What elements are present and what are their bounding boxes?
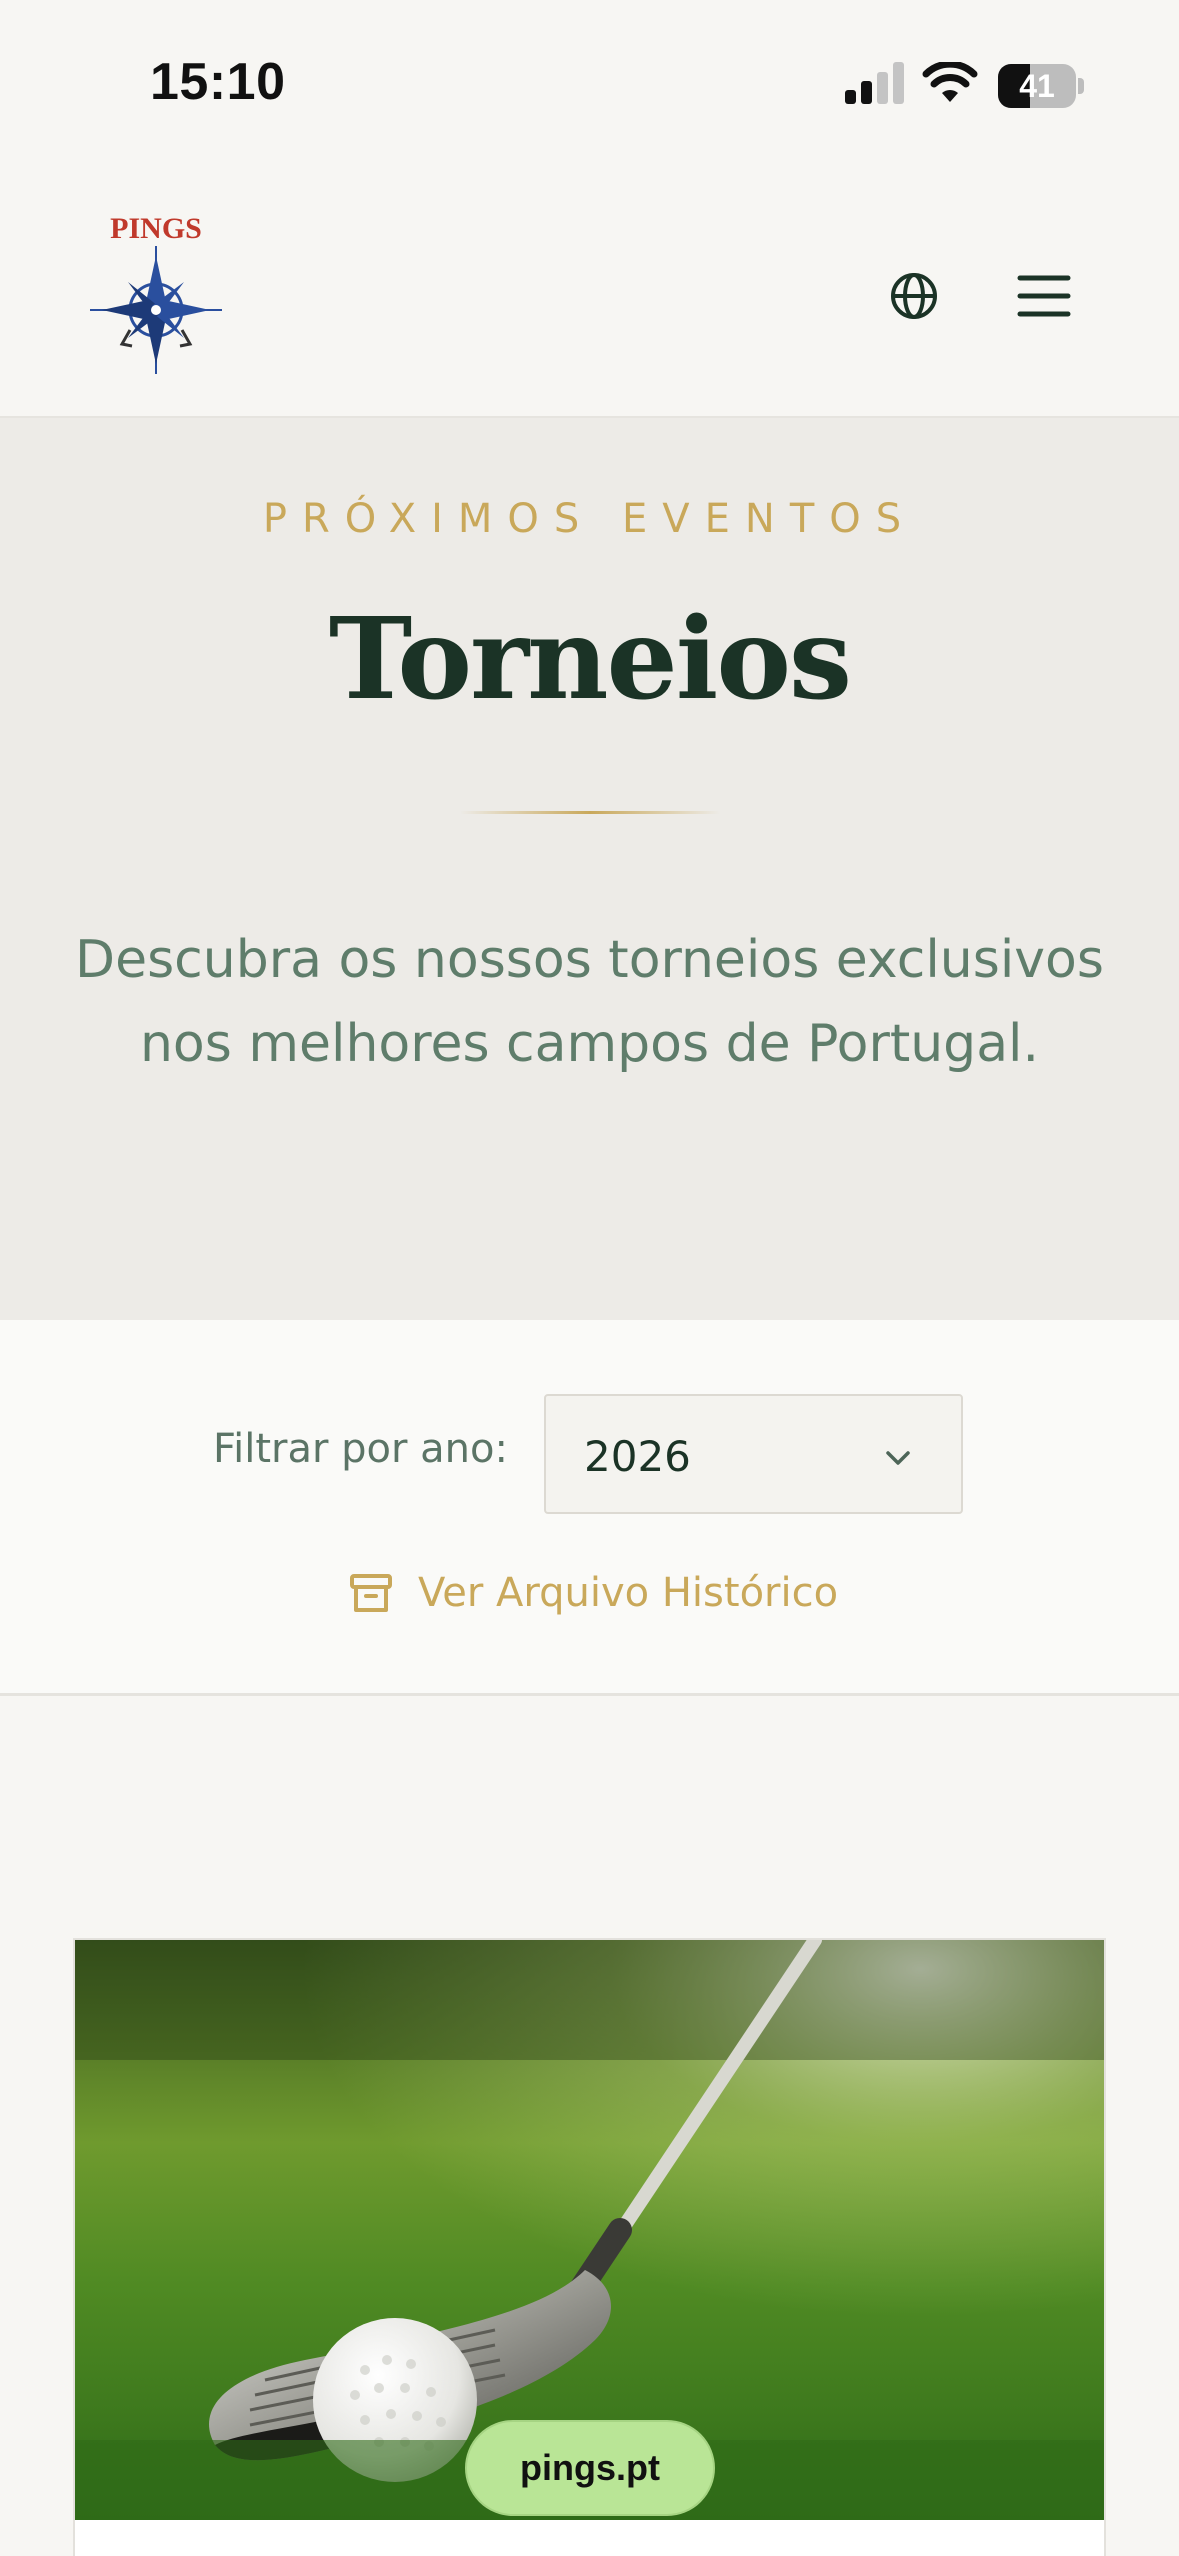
globe-icon[interactable]	[884, 266, 944, 326]
hero-section: PRÓXIMOS EVENTOS Torneios Descubra os no…	[0, 418, 1179, 1320]
chevron-down-icon	[886, 1451, 910, 1465]
hero-eyebrow: PRÓXIMOS EVENTOS	[262, 496, 917, 542]
hero-subtitle: Descubra os nossos torneios exclusivos n…	[60, 918, 1119, 1086]
hero-subtitle-line-1: Descubra os nossos torneios exclusivos	[75, 930, 1104, 990]
year-select[interactable]: 2026	[544, 1394, 963, 1514]
archive-link[interactable]: Ver Arquivo Histórico	[348, 1565, 838, 1621]
title-divider	[460, 811, 720, 814]
hero-subtitle-line-2: nos melhores campos de Portugal.	[139, 1014, 1040, 1074]
battery-icon: 41	[998, 64, 1084, 108]
year-select-value: 2026	[584, 1432, 691, 1481]
battery-level: 41	[1019, 68, 1055, 104]
status-bar: 15:10 41	[0, 0, 1179, 150]
status-time: 15:10	[150, 53, 286, 111]
wifi-icon	[922, 62, 978, 102]
pings-logo[interactable]: PINGS	[86, 210, 226, 380]
url-pill[interactable]: pings.pt	[465, 2420, 715, 2516]
archive-icon	[350, 1574, 392, 1612]
menu-icon[interactable]	[1014, 266, 1074, 326]
archive-link-label: Ver Arquivo Histórico	[418, 1570, 839, 1616]
page-title: Torneios	[328, 594, 852, 725]
filter-section: Filtrar por ano: 2026 Ver Arquivo Histór…	[0, 1320, 1179, 1696]
logo-text: PINGS	[110, 212, 202, 245]
signal-icon	[845, 62, 904, 104]
year-filter-label: Filtrar por ano:	[213, 1426, 508, 1472]
site-header: PINGS	[0, 150, 1179, 418]
